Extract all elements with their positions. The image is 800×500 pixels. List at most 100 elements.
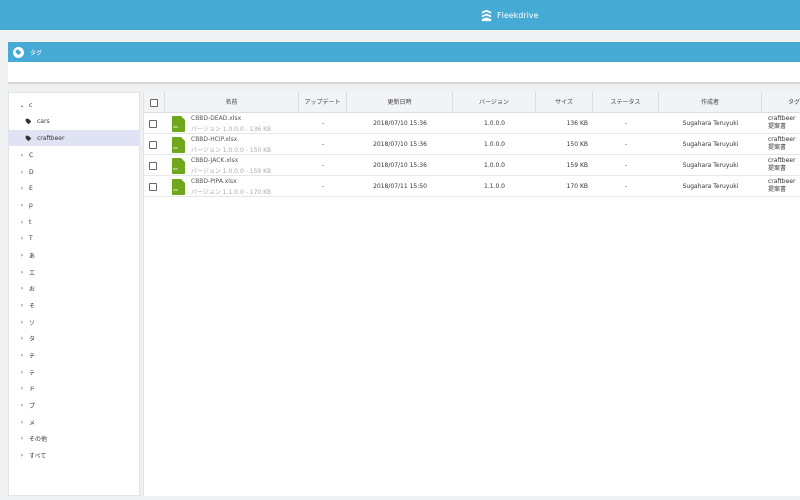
creator-cell: Sugahara Teruyuki — [682, 183, 739, 190]
version-cell: 1.1.0.0 — [484, 183, 505, 190]
row-checkbox[interactable] — [149, 119, 157, 128]
tree-item[interactable]: › メ — [9, 414, 139, 430]
table-row[interactable]: xls CBBD-PIPA.xlsx バージョン 1.1.0.0 - 170 K… — [144, 176, 800, 197]
search-bar[interactable] — [8, 62, 800, 84]
excel-file-icon: xls — [172, 137, 185, 153]
tree-item-craftbeer[interactable]: craftbeer — [9, 130, 139, 146]
tag-header: タグ — [8, 42, 800, 62]
tree-item[interactable]: › タ — [9, 330, 139, 346]
tree-item[interactable]: › t — [9, 214, 139, 230]
chevron-right-icon: › — [20, 451, 24, 459]
select-all-cell — [144, 92, 165, 113]
select-all-checkbox[interactable] — [150, 98, 158, 107]
tag-label[interactable]: craftbeer — [768, 178, 795, 186]
tree-item[interactable]: › お — [9, 280, 139, 296]
update-cell: - — [321, 120, 325, 127]
updated-cell: 2018/07/11 15:50 — [373, 183, 427, 190]
tree-item[interactable]: › T — [9, 230, 139, 246]
table-row[interactable]: xls CBBD-DEAD.xlsx バージョン 1.0.0.0 - 136 K… — [144, 113, 800, 134]
tree-item[interactable]: › そ — [9, 297, 139, 313]
tree-item[interactable]: › ド — [9, 380, 139, 396]
file-version-line: バージョン 1.1.0.0 - 170 KB — [191, 189, 272, 196]
chevron-right-icon: › — [20, 168, 24, 176]
creator-cell: Sugahara Teruyuki — [682, 120, 739, 127]
column-header-tags[interactable]: タグ — [762, 92, 800, 113]
updated-cell: 2018/07/10 15:36 — [373, 162, 427, 169]
tag-label[interactable]: craftbeer — [768, 157, 795, 165]
row-checkbox-cell — [149, 176, 157, 197]
file-list: 名前 アップデート 更新日時 バージョン サイズ ステータス 作成者 タグ xl… — [143, 92, 800, 496]
tree-item-cars[interactable]: cars — [9, 113, 139, 129]
table-row[interactable]: xls CBBD-HCIP.xlsx バージョン 1.0.0.0 - 150 K… — [144, 134, 800, 155]
column-header-version[interactable]: バージョン — [453, 92, 536, 113]
version-cell: 1.0.0.0 — [484, 120, 505, 127]
row-checkbox[interactable] — [149, 140, 157, 149]
status-cell: - — [624, 162, 628, 169]
tag-label[interactable]: 提案書 — [768, 186, 795, 194]
file-version-line: バージョン 1.0.0.0 - 159 KB — [191, 168, 272, 175]
file-name[interactable]: CBBD-DEAD.xlsx — [191, 115, 241, 122]
chevron-right-icon: › — [20, 301, 24, 309]
tag-label[interactable]: craftbeer — [768, 136, 795, 144]
file-name[interactable]: CBBD-JACK.xlsx — [191, 157, 238, 164]
tree-item[interactable]: › テ — [9, 364, 139, 380]
row-checkbox[interactable] — [149, 182, 157, 191]
row-checkbox[interactable] — [149, 161, 157, 170]
status-cell: - — [624, 141, 628, 148]
tag-tree: ⌄ c cars craftbeer › C › D › E › p › t › T › あ … — [8, 92, 140, 496]
file-version-line: バージョン 1.0.0.0 - 136 KB — [191, 126, 272, 133]
tree-item[interactable]: › C — [9, 147, 139, 163]
tree-item[interactable]: › E — [9, 180, 139, 196]
column-header-update[interactable]: アップデート — [299, 92, 347, 113]
tags-cell: craftbeer 提案書 — [768, 178, 795, 194]
status-cell: - — [624, 120, 628, 127]
creator-cell: Sugahara Teruyuki — [682, 141, 739, 148]
chevron-right-icon: › — [20, 401, 24, 409]
tag-label[interactable]: 提案書 — [768, 144, 795, 152]
column-header-creator[interactable]: 作成者 — [659, 92, 762, 113]
size-cell: 159 KB — [566, 162, 588, 169]
tree-item[interactable]: › エ — [9, 264, 139, 280]
status-cell: - — [624, 183, 628, 190]
tree-item[interactable]: › プ — [9, 397, 139, 413]
tags-cell: craftbeer 提案書 — [768, 157, 795, 173]
tree-item[interactable]: › ソ — [9, 314, 139, 330]
table-row[interactable]: xls CBBD-JACK.xlsx バージョン 1.0.0.0 - 159 K… — [144, 155, 800, 176]
creator-cell: Sugahara Teruyuki — [682, 162, 739, 169]
column-header-status[interactable]: ステータス — [593, 92, 659, 113]
chevron-right-icon: › — [20, 218, 24, 226]
chevron-right-icon: › — [20, 368, 24, 376]
tree-item-c[interactable]: ⌄ c — [9, 97, 139, 113]
chevron-right-icon: › — [20, 201, 24, 209]
column-header-updated[interactable]: 更新日時 — [347, 92, 453, 113]
tag-icon — [25, 118, 34, 125]
tag-label[interactable]: 提案書 — [768, 123, 795, 131]
tree-item[interactable]: › D — [9, 164, 139, 180]
tag-label[interactable]: 提案書 — [768, 165, 795, 173]
tags-cell: craftbeer 提案書 — [768, 136, 795, 152]
size-cell: 170 KB — [566, 183, 588, 190]
column-header-size[interactable]: サイズ — [536, 92, 593, 113]
brand[interactable]: Fleekdrive — [480, 7, 539, 23]
chevron-right-icon: › — [20, 318, 24, 326]
chevron-right-icon: › — [20, 434, 24, 442]
version-cell: 1.0.0.0 — [484, 141, 505, 148]
tree-item[interactable]: › すべて — [9, 447, 139, 463]
tree-item[interactable]: › チ — [9, 347, 139, 363]
row-checkbox-cell — [149, 113, 157, 134]
tree-item[interactable]: › p — [9, 197, 139, 213]
tree-item[interactable]: › その他 — [9, 430, 139, 446]
chevron-right-icon: › — [20, 351, 24, 359]
tags-cell: craftbeer 提案書 — [768, 115, 795, 131]
tree-item[interactable]: › あ — [9, 247, 139, 263]
tag-icon — [13, 46, 24, 58]
file-name[interactable]: CBBD-PIPA.xlsx — [191, 178, 237, 185]
chevron-right-icon: › — [20, 284, 24, 292]
tag-label[interactable]: craftbeer — [768, 115, 795, 123]
table-header: 名前 アップデート 更新日時 バージョン サイズ ステータス 作成者 タグ — [144, 92, 800, 113]
chevron-right-icon: › — [20, 234, 24, 242]
update-cell: - — [321, 162, 325, 169]
fleekdrive-logo-icon — [481, 9, 492, 21]
file-name[interactable]: CBBD-HCIP.xlsx — [191, 136, 237, 143]
column-header-name[interactable]: 名前 — [165, 92, 299, 113]
